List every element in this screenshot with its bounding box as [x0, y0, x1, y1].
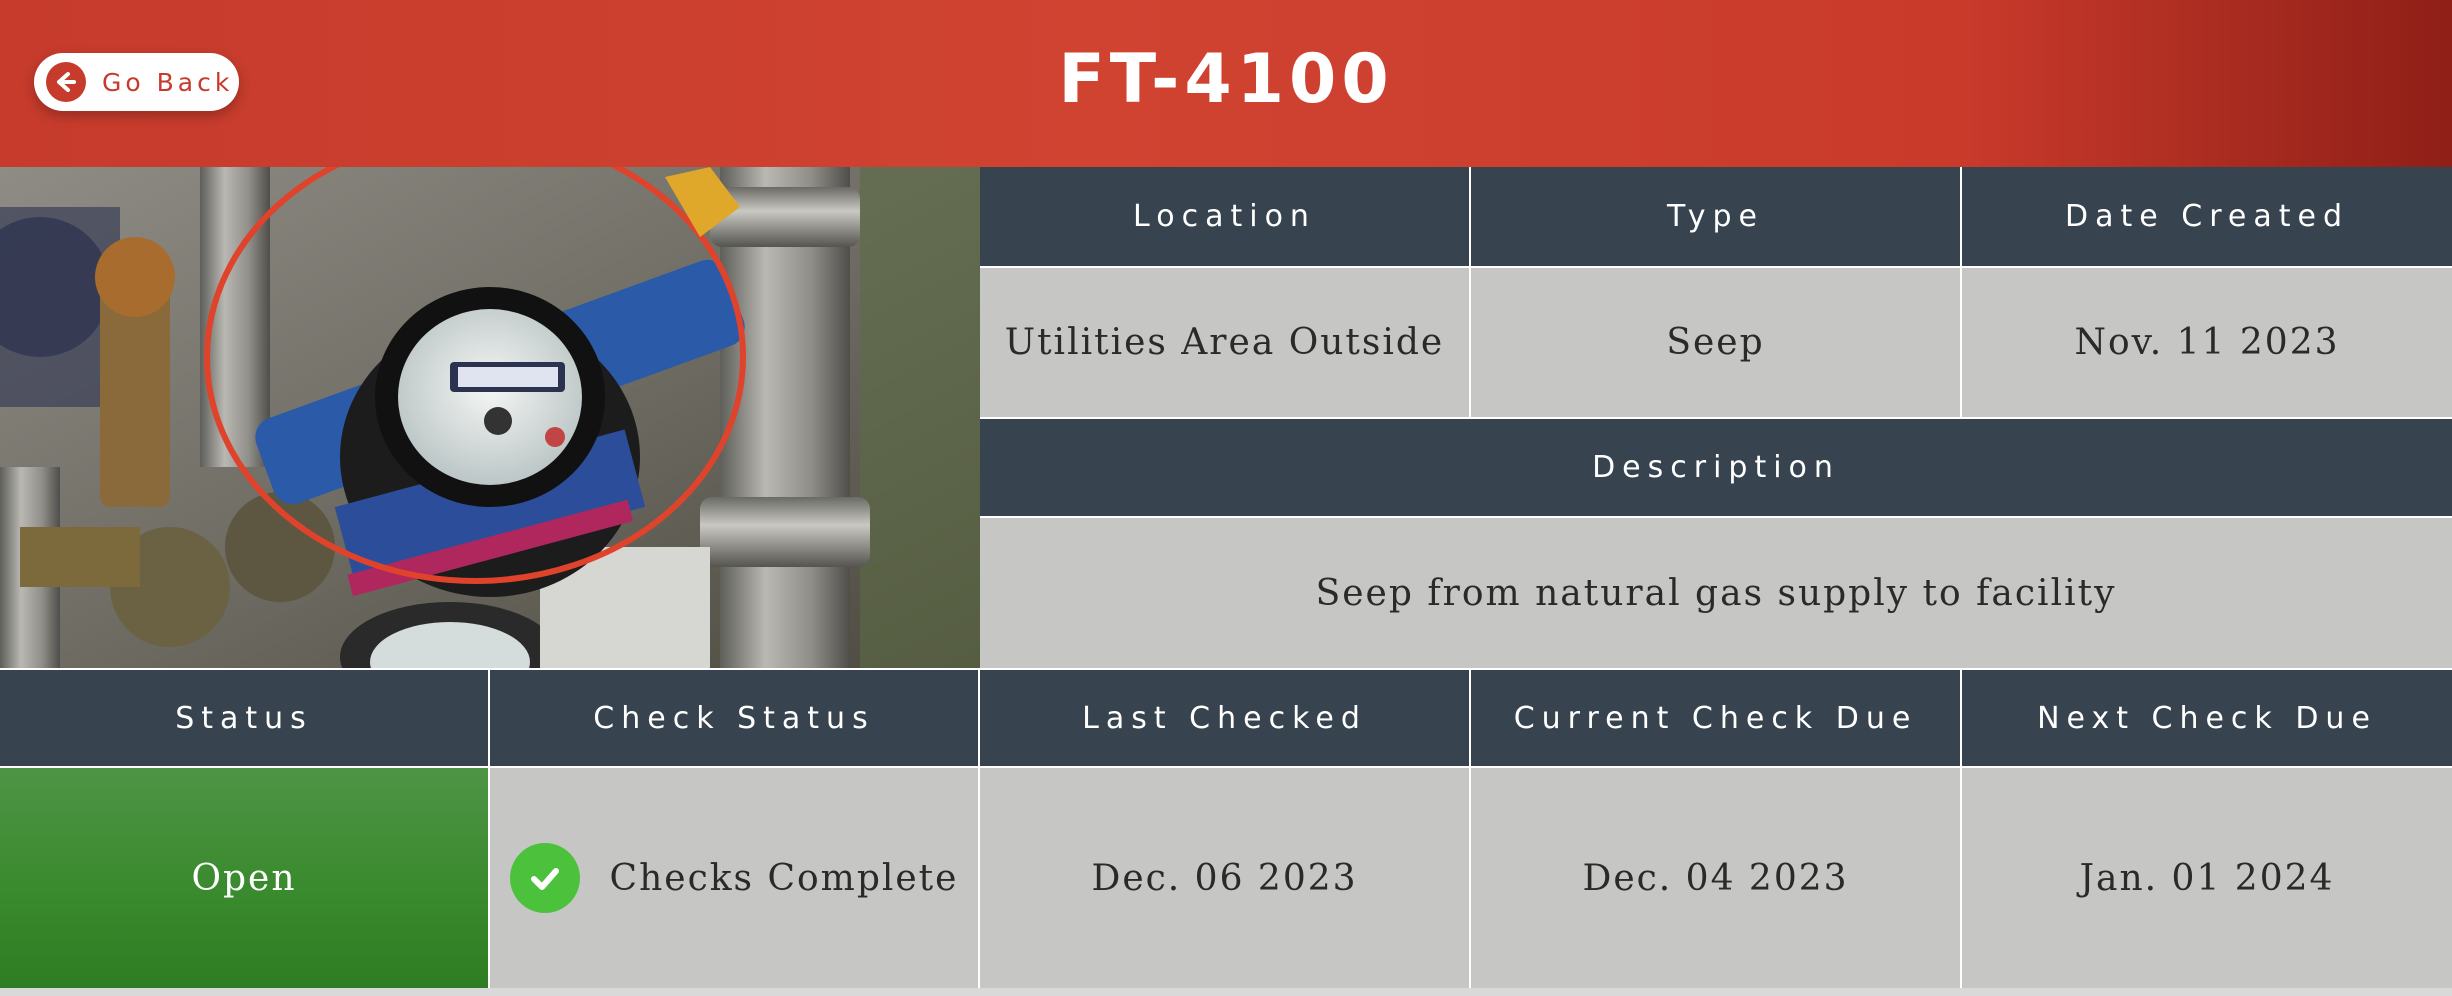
- status-header: Status: [0, 668, 490, 768]
- location-header: Location: [980, 167, 1471, 268]
- check-status-header: Check Status: [490, 668, 980, 768]
- check-status-value: Checks Complete: [609, 857, 959, 899]
- description-value: Seep from natural gas supply to facility: [980, 518, 2452, 668]
- bottom-divider: [0, 988, 2452, 996]
- location-value: Utilities Area Outside: [980, 268, 1471, 419]
- current-check-due-header: Current Check Due: [1471, 668, 1962, 768]
- page-title: FT-4100: [1058, 40, 1394, 119]
- date-created-header: Date Created: [1962, 167, 2452, 268]
- page-header: FT-4100 Go Back: [0, 0, 2452, 167]
- arrow-left-circle-icon: [46, 62, 86, 102]
- current-check-due-value: Dec. 04 2023: [1471, 768, 1962, 988]
- status-badge: Open: [0, 768, 490, 988]
- leak-photo: [0, 167, 980, 668]
- go-back-button[interactable]: Go Back: [34, 53, 239, 111]
- type-value: Seep: [1471, 268, 1962, 419]
- next-check-due-header: Next Check Due: [1962, 668, 2452, 768]
- next-check-due-value: Jan. 01 2024: [1962, 768, 2452, 988]
- description-header: Description: [980, 419, 2452, 518]
- type-header: Type: [1471, 167, 1962, 268]
- last-checked-value: Dec. 06 2023: [980, 768, 1471, 988]
- date-created-value: Nov. 11 2023: [1962, 268, 2452, 419]
- check-status-cell: Checks Complete: [490, 768, 980, 988]
- last-checked-header: Last Checked: [980, 668, 1471, 768]
- check-circle-icon: [509, 843, 580, 913]
- go-back-label: Go Back: [102, 67, 234, 97]
